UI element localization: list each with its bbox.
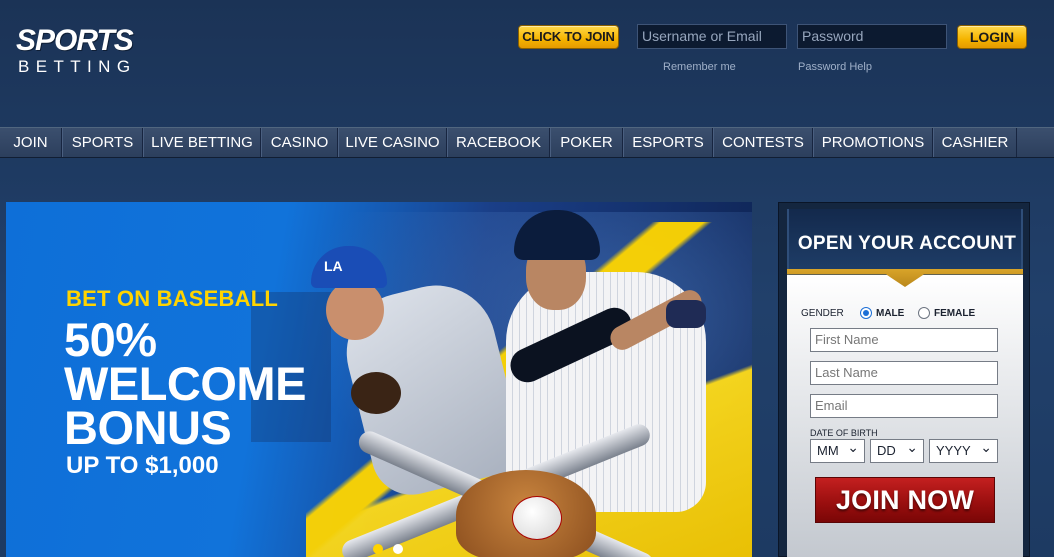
first-name-field[interactable]: First Name [810, 328, 998, 352]
cap-logo-text: LA [324, 258, 343, 274]
banner-subline: UP TO $1,000 [66, 452, 219, 479]
banner-kicker: BET ON BASEBALL [66, 286, 278, 311]
nav-item-live-casino[interactable]: LIVE CASINO [338, 128, 447, 157]
gender-male-radio[interactable] [860, 307, 872, 319]
main-nav: JOIN SPORTS LIVE BETTING CASINO LIVE CAS… [0, 127, 1054, 158]
join-now-button[interactable]: JOIN NOW [815, 477, 995, 523]
panel-header: OPEN YOUR ACCOUNT [787, 209, 1023, 279]
nav-item-join[interactable]: JOIN [0, 128, 62, 157]
promo-banner[interactable]: LA BET ON BASEBALL 50% WELCOME BONUS UP … [6, 202, 752, 557]
pitcher-glove [351, 372, 401, 414]
username-input[interactable]: Username or Email [637, 24, 787, 49]
nav-item-sports[interactable]: SPORTS [62, 128, 143, 157]
banner-headline-2: WELCOME [64, 357, 306, 410]
nav-item-cashier[interactable]: CASHIER [933, 128, 1017, 157]
banner-headline-3: BONUS [64, 401, 232, 454]
nav-item-racebook[interactable]: RACEBOOK [447, 128, 550, 157]
dob-month-select[interactable]: MM [810, 436, 865, 463]
nav-item-promotions[interactable]: PROMOTIONS [813, 128, 933, 157]
nav-item-esports[interactable]: ESPORTS [623, 128, 713, 157]
carousel-dot[interactable] [393, 544, 403, 554]
nav-item-casino[interactable]: CASINO [261, 128, 338, 157]
password-input[interactable]: Password [797, 24, 947, 49]
dob-day-select[interactable]: DD [870, 436, 924, 463]
gender-label: GENDER [801, 308, 844, 319]
pitcher-head [326, 280, 384, 340]
login-button[interactable]: LOGIN [957, 25, 1027, 49]
logo-text-sports: SPORTS [16, 24, 134, 57]
remember-me-link[interactable]: Remember me [663, 61, 736, 73]
gender-male-label[interactable]: MALE [876, 308, 904, 319]
nav-item-live-betting[interactable]: LIVE BETTING [143, 128, 261, 157]
open-account-panel: OPEN YOUR ACCOUNT GENDER MALE FEMALE Fir… [778, 202, 1030, 557]
baseball-icon [512, 496, 562, 540]
gender-female-radio[interactable] [918, 307, 930, 319]
carousel-dot-active[interactable] [373, 544, 383, 554]
last-name-field[interactable]: Last Name [810, 361, 998, 385]
panel-title: OPEN YOUR ACCOUNT [797, 233, 1017, 254]
dob-year-select[interactable]: YYYY [929, 436, 998, 463]
nav-item-contests[interactable]: CONTESTS [713, 128, 813, 157]
gender-female-label[interactable]: FEMALE [934, 308, 975, 319]
banner-headline-1: 50% [64, 313, 157, 366]
password-help-link[interactable]: Password Help [798, 61, 872, 73]
email-field[interactable]: Email [810, 394, 998, 418]
site-logo[interactable]: SPORTS BETTING [16, 26, 186, 82]
click-to-join-button[interactable]: CLICK TO JOIN [518, 25, 619, 49]
logo-text-betting: BETTING [18, 57, 137, 76]
dob-label: DATE OF BIRTH [810, 428, 878, 438]
batting-glove [666, 300, 706, 328]
nav-item-poker[interactable]: POKER [550, 128, 623, 157]
